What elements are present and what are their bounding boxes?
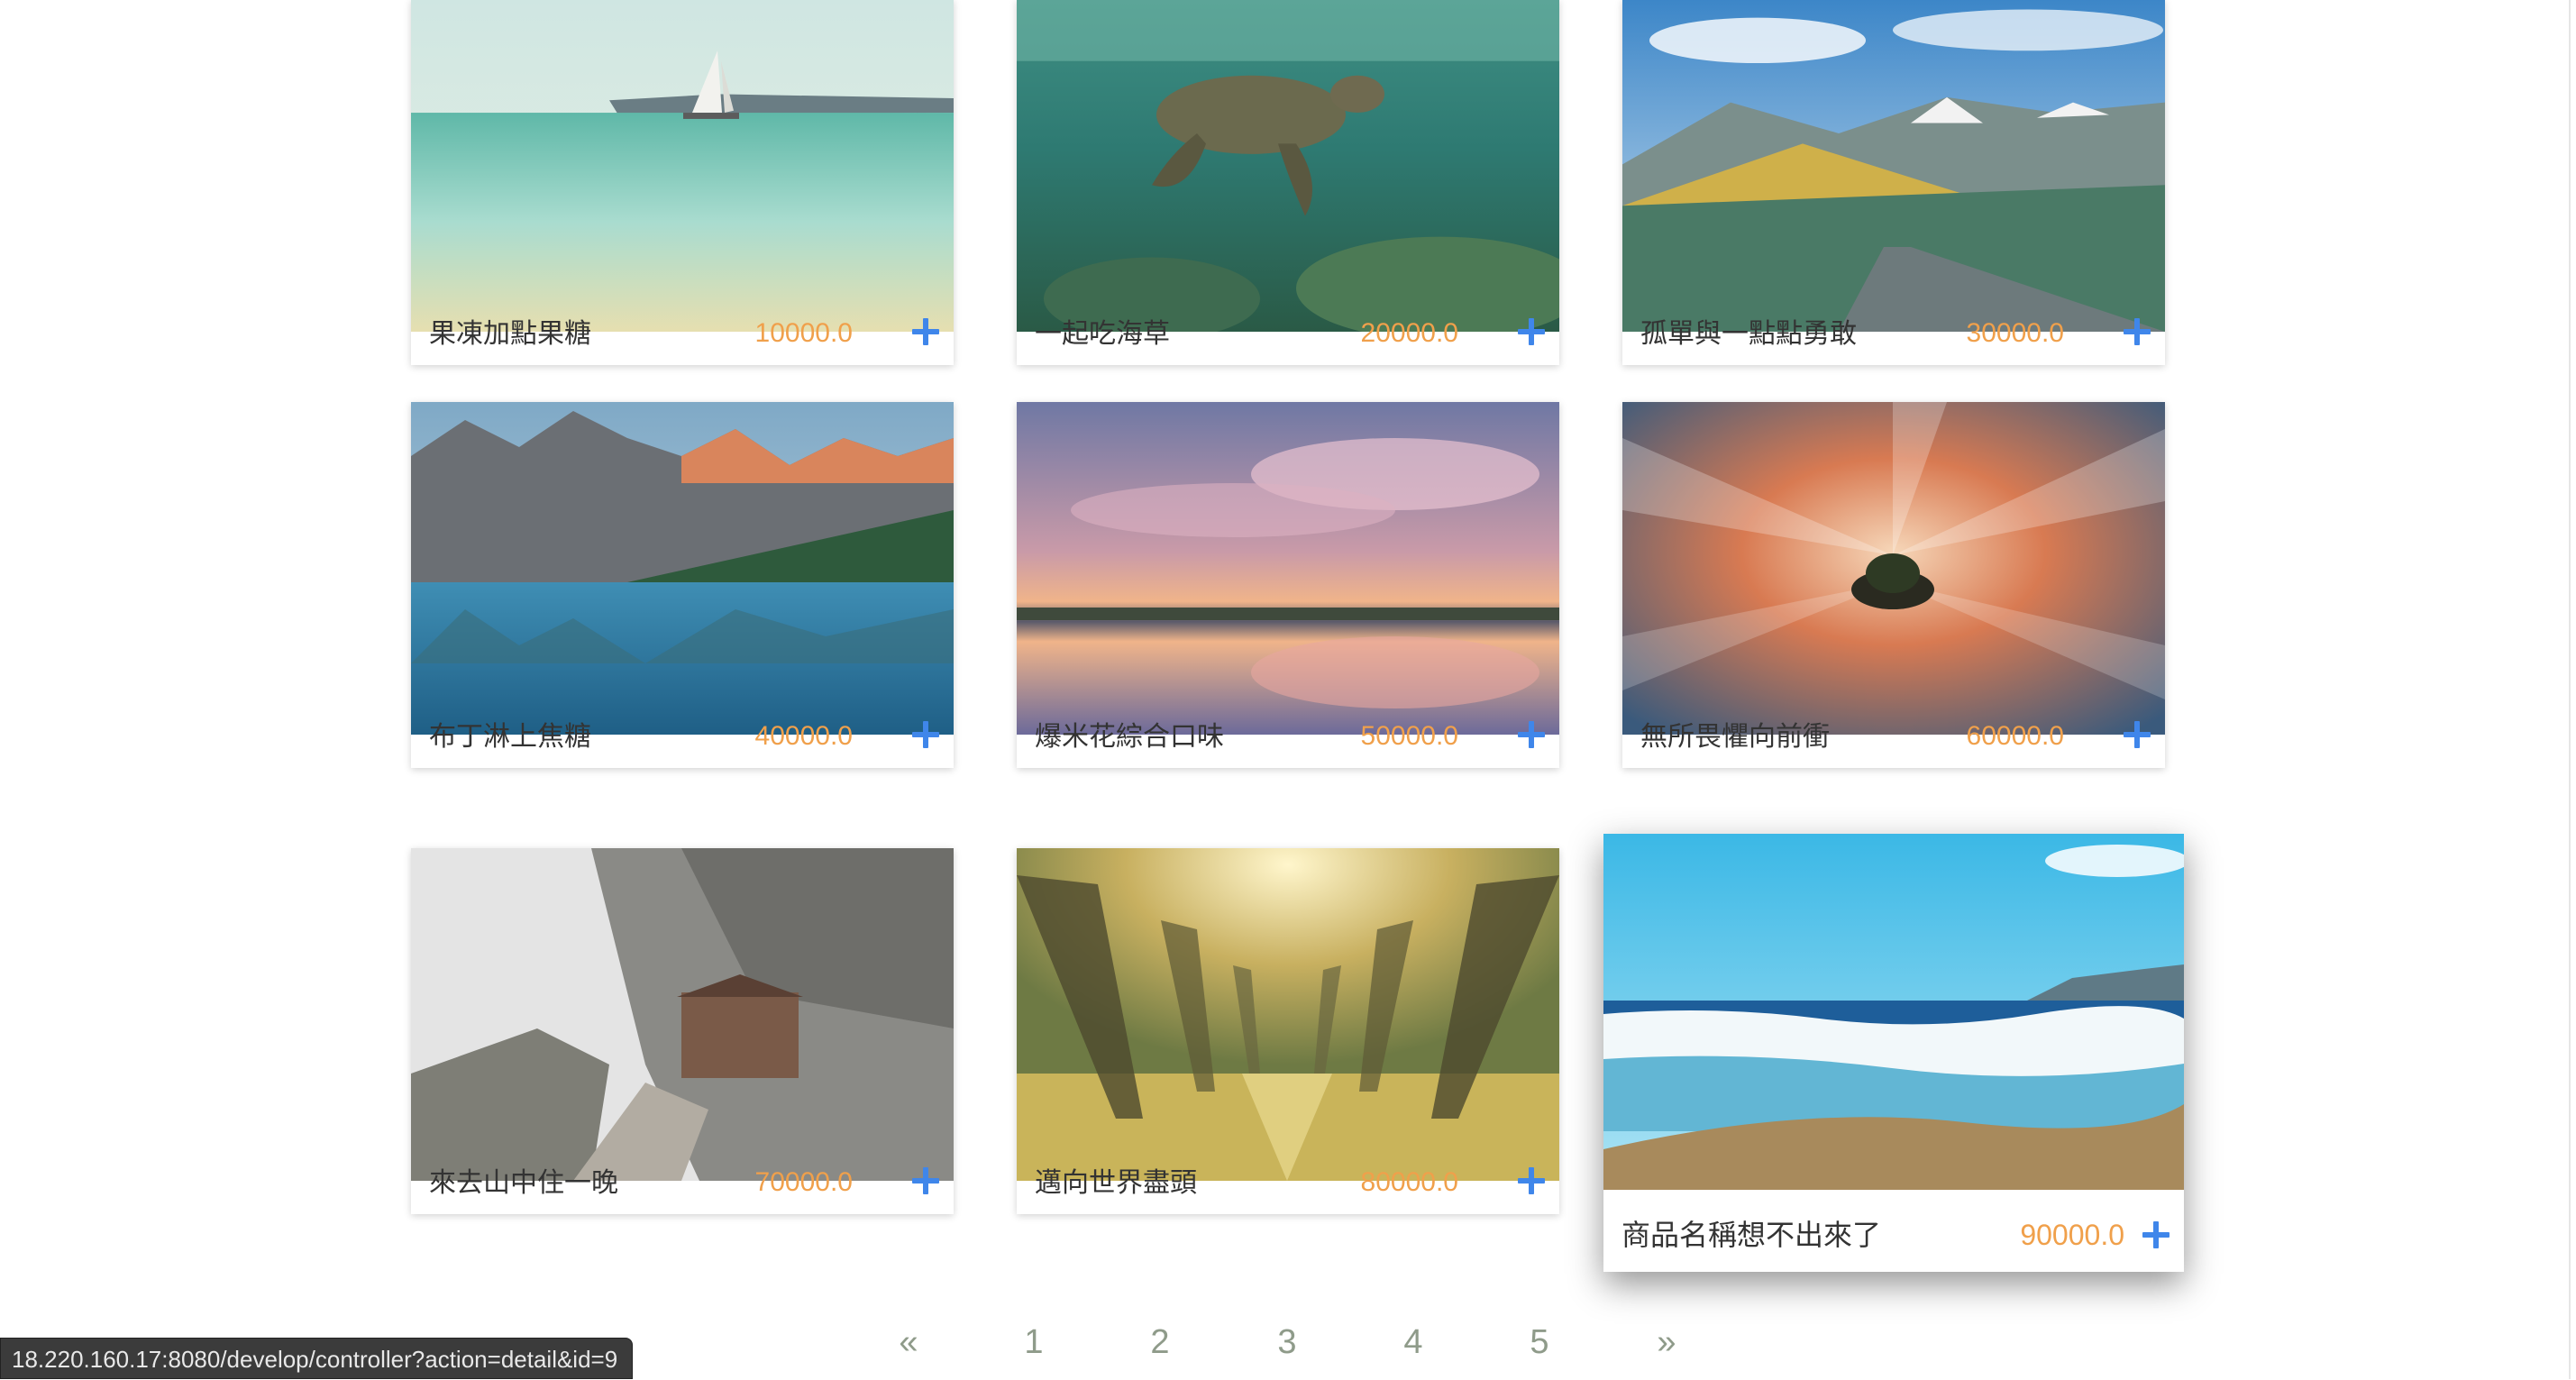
product-card[interactable]: 布丁淋上焦糖 40000.0 xyxy=(411,402,954,768)
product-image[interactable] xyxy=(1017,402,1559,735)
product-image[interactable] xyxy=(1603,834,2184,1190)
product-image[interactable] xyxy=(1017,0,1559,332)
product-image[interactable] xyxy=(1622,0,2165,332)
product-card[interactable]: 果凍加點果糖 10000.0 xyxy=(411,0,954,365)
plus-icon[interactable] xyxy=(1518,721,1545,748)
product-name[interactable]: 邁向世界盡頭 xyxy=(1035,1160,1197,1200)
product-image[interactable] xyxy=(411,402,954,735)
product-image[interactable] xyxy=(1017,848,1559,1181)
product-name[interactable]: 孤單與一點點勇敢 xyxy=(1640,311,1857,351)
product-price: 20000.0 xyxy=(1360,318,1458,348)
pagination-next[interactable]: » xyxy=(1640,1323,1694,1362)
plus-icon[interactable] xyxy=(2124,318,2151,345)
product-price: 90000.0 xyxy=(2020,1219,2124,1251)
product-name[interactable]: 來去山中住一晚 xyxy=(429,1160,618,1200)
product-price: 10000.0 xyxy=(754,318,853,348)
product-price: 70000.0 xyxy=(754,1167,853,1197)
product-price: 30000.0 xyxy=(1966,318,2064,348)
pagination-page-2[interactable]: 2 xyxy=(1133,1323,1187,1362)
product-card[interactable]: 孤單與一點點勇敢 30000.0 xyxy=(1622,0,2165,365)
pagination-page-3[interactable]: 3 xyxy=(1260,1323,1314,1362)
product-name[interactable]: 商品名稱想不出來了 xyxy=(1621,1212,1881,1254)
product-price: 80000.0 xyxy=(1360,1167,1458,1197)
product-name[interactable]: 布丁淋上焦糖 xyxy=(429,714,591,754)
product-price: 50000.0 xyxy=(1360,721,1458,751)
scrollbar[interactable] xyxy=(2569,0,2576,1379)
product-card[interactable]: 爆米花綜合口味 50000.0 xyxy=(1017,402,1559,768)
pagination-page-4[interactable]: 4 xyxy=(1386,1323,1440,1362)
pagination-page-1[interactable]: 1 xyxy=(1007,1323,1061,1362)
product-card[interactable]: 邁向世界盡頭 80000.0 xyxy=(1017,848,1559,1214)
plus-icon[interactable] xyxy=(1518,1167,1545,1194)
plus-icon[interactable] xyxy=(1518,318,1545,345)
product-image[interactable] xyxy=(411,0,954,332)
product-name[interactable]: 無所畏懼向前衝 xyxy=(1640,714,1830,754)
plus-icon[interactable] xyxy=(912,318,939,345)
product-image[interactable] xyxy=(1622,402,2165,735)
pagination-page-5[interactable]: 5 xyxy=(1512,1323,1567,1362)
product-card[interactable]: 來去山中住一晚 70000.0 xyxy=(411,848,954,1214)
plus-icon[interactable] xyxy=(912,1167,939,1194)
product-name[interactable]: 一起吃海草 xyxy=(1035,311,1170,351)
product-card[interactable]: 一起吃海草 20000.0 xyxy=(1017,0,1559,365)
plus-icon[interactable] xyxy=(2142,1221,2170,1248)
pagination-prev[interactable]: « xyxy=(882,1323,936,1362)
status-bar-url: 18.220.160.17:8080/develop/controller?ac… xyxy=(0,1338,634,1379)
product-name[interactable]: 爆米花綜合口味 xyxy=(1035,714,1224,754)
product-name[interactable]: 果凍加點果糖 xyxy=(429,311,591,351)
product-card[interactable]: 無所畏懼向前衝 60000.0 xyxy=(1622,402,2165,768)
product-card[interactable]: 商品名稱想不出來了 90000.0 xyxy=(1603,834,2184,1272)
product-price: 40000.0 xyxy=(754,721,853,751)
plus-icon[interactable] xyxy=(912,721,939,748)
product-image[interactable] xyxy=(411,848,954,1181)
plus-icon[interactable] xyxy=(2124,721,2151,748)
product-price: 60000.0 xyxy=(1966,721,2064,751)
